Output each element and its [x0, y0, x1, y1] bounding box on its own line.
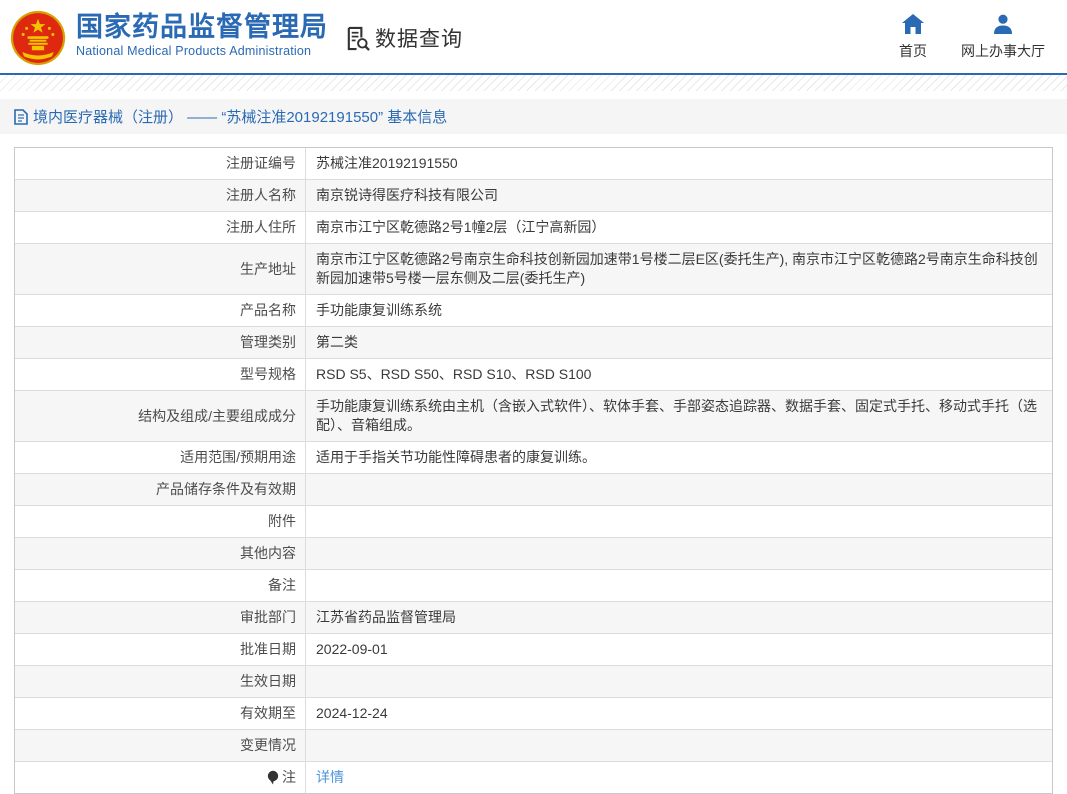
- table-row: 审批部门 江苏省药品监督管理局: [15, 602, 1052, 634]
- table-row: 其他内容: [15, 538, 1052, 570]
- page-icon: [14, 108, 28, 125]
- table-row: 注册证编号 苏械注准20192191550: [15, 148, 1052, 180]
- row-value: 2024-12-24: [316, 705, 388, 721]
- row-value: 适用于手指关节功能性障碍患者的康复训练。: [316, 449, 596, 465]
- table-row: 附件: [15, 506, 1052, 538]
- note-label: 注: [282, 769, 296, 785]
- row-value: 详情: [306, 762, 1052, 793]
- row-label: 变更情况: [15, 730, 306, 761]
- row-value: 2022-09-01: [316, 641, 388, 657]
- user-icon: [993, 14, 1013, 34]
- stripe-band: [0, 75, 1067, 91]
- table-row: 生产地址 南京市江宁区乾德路2号南京生命科技创新园加速带1号楼二层E区(委托生产…: [15, 244, 1052, 295]
- table-row: 产品储存条件及有效期: [15, 474, 1052, 506]
- row-value: 手功能康复训练系统由主机（含嵌入式软件）、软体手套、手部姿态追踪器、数据手套、固…: [316, 398, 1037, 433]
- site-subtitle: National Medical Products Administration: [76, 44, 312, 58]
- breadcrumb: 境内医疗器械（注册） —— “苏械注准20192191550” 基本信息: [0, 99, 1067, 134]
- row-value: [306, 666, 1052, 697]
- row-label: 生产地址: [15, 244, 306, 294]
- table-row: 注册人住所 南京市江宁区乾德路2号1幢2层（江宁高新园）: [15, 212, 1052, 244]
- row-value: [306, 570, 1052, 601]
- document-search-icon: [344, 25, 371, 52]
- row-label: 注册人名称: [15, 180, 306, 211]
- row-label-note: 注: [15, 762, 306, 793]
- row-value: RSD S5、RSD S50、RSD S10、RSD S100: [316, 366, 592, 382]
- header-nav: 首页 网上办事大厅: [899, 14, 1045, 61]
- table-row: 备注: [15, 570, 1052, 602]
- table-row: 批准日期 2022-09-01: [15, 634, 1052, 666]
- national-emblem-icon: [10, 10, 66, 66]
- nav-item-service-hall[interactable]: 网上办事大厅: [961, 14, 1045, 61]
- nav-home-label: 首页: [899, 43, 927, 59]
- details-link[interactable]: 详情: [316, 768, 344, 787]
- row-value: 江苏省药品监督管理局: [316, 609, 456, 625]
- row-value: [306, 474, 1052, 505]
- note-balloon-icon: [267, 770, 279, 785]
- table-row: 管理类别 第二类: [15, 327, 1052, 359]
- site-title: 国家药品监督管理局: [76, 12, 328, 42]
- row-label: 注册证编号: [15, 148, 306, 179]
- row-value: [306, 506, 1052, 537]
- row-label: 审批部门: [15, 602, 306, 633]
- table-row: 适用范围/预期用途 适用于手指关节功能性障碍患者的康复训练。: [15, 442, 1052, 474]
- table-row: 产品名称 手功能康复训练系统: [15, 295, 1052, 327]
- row-label: 型号规格: [15, 359, 306, 390]
- breadcrumb-text: 境内医疗器械（注册） —— “苏械注准20192191550” 基本信息: [33, 109, 448, 126]
- header: 国家药品监督管理局 National Medical Products Admi…: [0, 0, 1067, 73]
- table-row: 结构及组成/主要组成成分 手功能康复训练系统由主机（含嵌入式软件）、软体手套、手…: [15, 391, 1052, 442]
- row-label: 适用范围/预期用途: [15, 442, 306, 473]
- row-label: 结构及组成/主要组成成分: [15, 391, 306, 441]
- row-value: 南京市江宁区乾德路2号1幢2层（江宁高新园）: [316, 219, 606, 235]
- data-query-entry[interactable]: 数据查询: [344, 23, 463, 53]
- nav-item-home[interactable]: 首页: [899, 14, 927, 61]
- registration-detail-table: 注册证编号 苏械注准20192191550 注册人名称 南京锐诗得医疗科技有限公…: [14, 147, 1053, 794]
- row-value: 第二类: [316, 334, 358, 350]
- table-row: 注册人名称 南京锐诗得医疗科技有限公司: [15, 180, 1052, 212]
- home-icon: [902, 14, 924, 34]
- data-query-label: 数据查询: [375, 28, 463, 51]
- table-row: 变更情况: [15, 730, 1052, 762]
- table-row: 生效日期: [15, 666, 1052, 698]
- row-label: 附件: [15, 506, 306, 537]
- table-row: 注 详情: [15, 762, 1052, 793]
- row-value: 南京市江宁区乾德路2号南京生命科技创新园加速带1号楼二层E区(委托生产), 南京…: [316, 251, 1038, 286]
- row-value: 南京锐诗得医疗科技有限公司: [316, 187, 498, 203]
- row-value: [306, 730, 1052, 761]
- row-label: 产品储存条件及有效期: [15, 474, 306, 505]
- row-value: 手功能康复训练系统: [316, 302, 442, 318]
- row-label: 批准日期: [15, 634, 306, 665]
- table-row: 型号规格 RSD S5、RSD S50、RSD S10、RSD S100: [15, 359, 1052, 391]
- table-row: 有效期至 2024-12-24: [15, 698, 1052, 730]
- row-label: 备注: [15, 570, 306, 601]
- row-label: 注册人住所: [15, 212, 306, 243]
- row-label: 产品名称: [15, 295, 306, 326]
- nav-service-hall-label: 网上办事大厅: [961, 43, 1045, 59]
- row-label: 有效期至: [15, 698, 306, 729]
- row-label: 生效日期: [15, 666, 306, 697]
- row-label: 其他内容: [15, 538, 306, 569]
- row-value: [306, 538, 1052, 569]
- row-value: 苏械注准20192191550: [316, 155, 458, 171]
- national-emblem-logo[interactable]: [10, 10, 66, 66]
- row-label: 管理类别: [15, 327, 306, 358]
- site-title-block: 国家药品监督管理局 National Medical Products Admi…: [76, 12, 328, 58]
